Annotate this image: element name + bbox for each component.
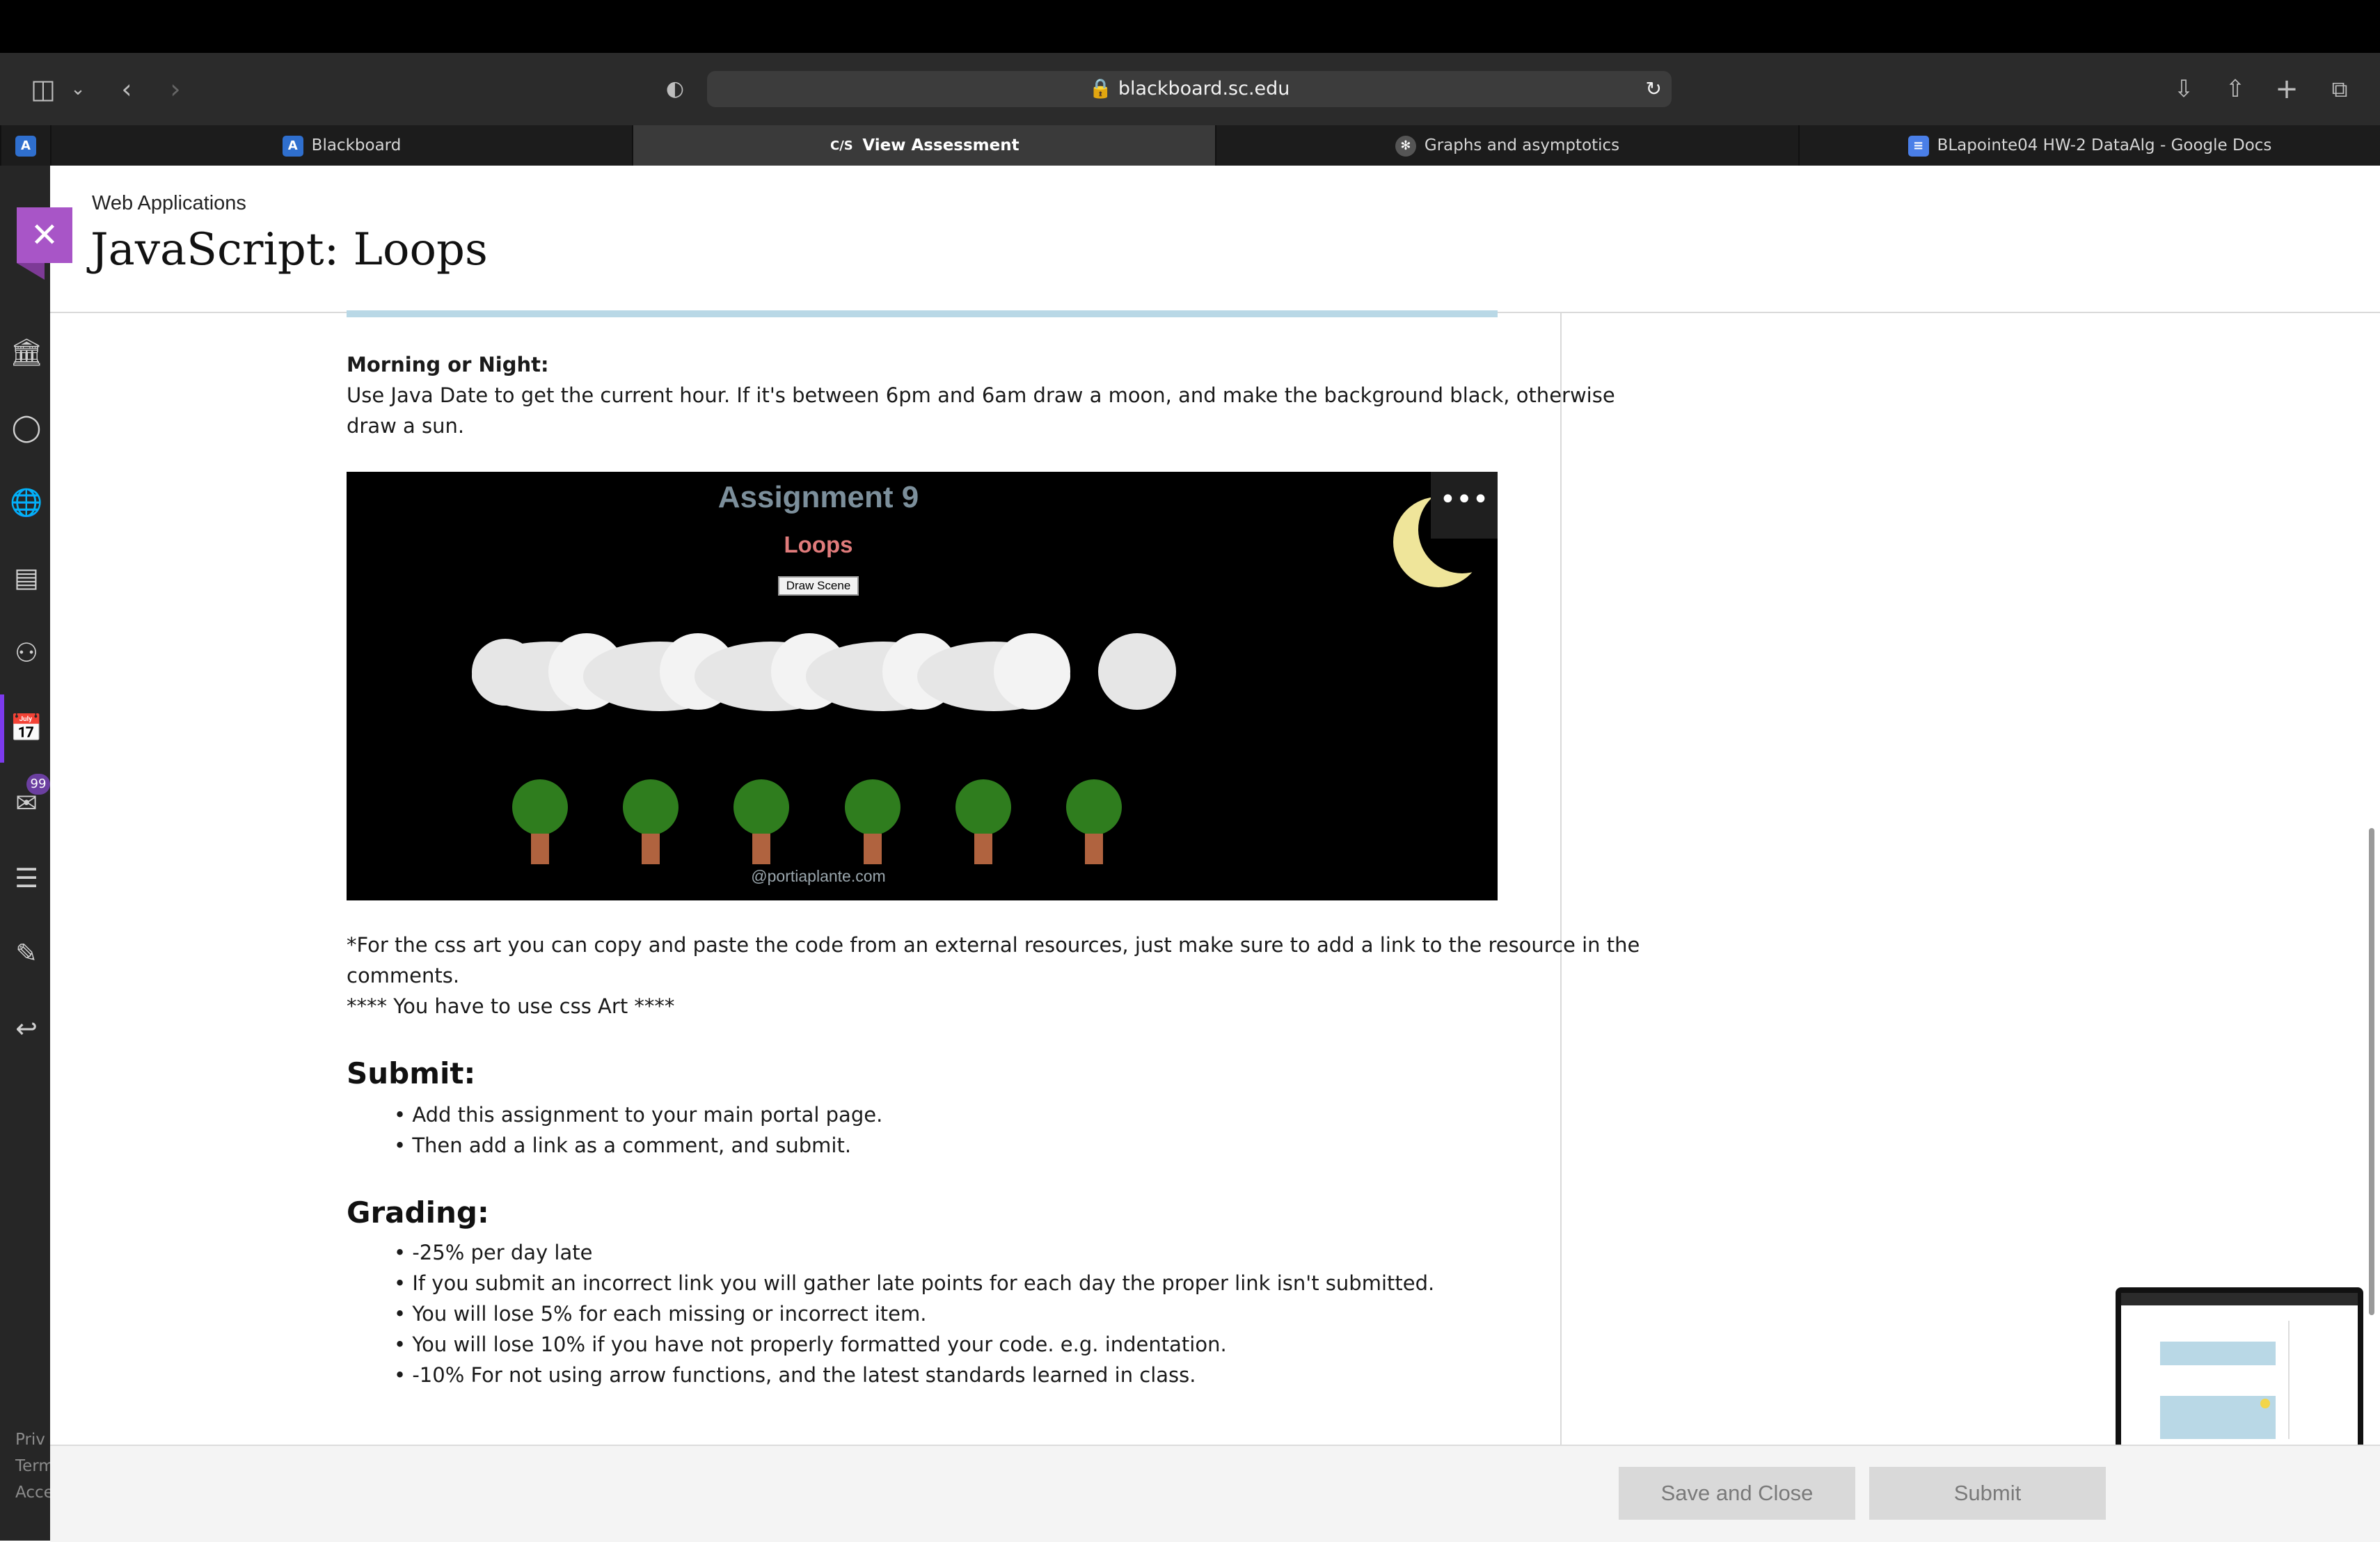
new-tab-icon[interactable]: +	[2269, 71, 2305, 107]
css-art-note: comments.	[347, 964, 460, 987]
privacy-link[interactable]: Priv	[15, 1431, 45, 1449]
window-top-strip	[0, 0, 2380, 53]
image-more-options-button[interactable]: •••	[1431, 472, 1498, 539]
chevron-down-icon[interactable]: ⌄	[60, 71, 96, 107]
tree	[1066, 779, 1122, 835]
instruction-text: draw a sun.	[347, 414, 465, 438]
assignment-example-image: Assignment 9 Loops Draw Scene @portiapla…	[347, 472, 1498, 900]
terms-link[interactable]: Term	[15, 1457, 54, 1475]
blackboard-favicon-icon: A	[15, 135, 36, 157]
content-divider	[1560, 313, 1562, 1445]
save-and-close-button[interactable]: Save and Close	[1619, 1467, 1855, 1520]
download-icon[interactable]: ⇩	[2166, 71, 2202, 107]
url-text: blackboard.sc.edu	[1118, 78, 1290, 100]
tree-trunk	[642, 834, 660, 864]
screenshot-thumbnail-image	[2121, 1293, 2358, 1446]
tab-graphs-and-asymptotics[interactable]: ✻ Graphs and asymptotics	[1215, 125, 1798, 166]
share-icon[interactable]: ⇧	[2217, 71, 2253, 107]
list-item: • You will lose 5% for each missing or i…	[394, 1302, 927, 1326]
cloud	[472, 639, 539, 706]
tree-trunk	[531, 834, 549, 864]
more-icon: •••	[1439, 484, 1489, 516]
messages-count-badge: 99	[26, 774, 50, 795]
css-art-requirement: **** You have to use css Art ****	[347, 994, 675, 1018]
calendar-icon[interactable]: 📅	[10, 711, 43, 745]
tree-trunk	[752, 834, 770, 864]
tab-label: Blackboard	[311, 136, 402, 154]
google-docs-favicon-icon: ≡	[1907, 135, 1929, 157]
tree	[733, 779, 789, 835]
courses-icon[interactable]: ▤	[10, 561, 43, 594]
tab-view-assessment[interactable]: C/S View Assessment	[632, 125, 1215, 166]
css-art-note: *For the css art you can copy and paste …	[347, 933, 1640, 957]
profile-icon[interactable]: ◯	[10, 411, 43, 444]
example-title: Assignment 9	[717, 480, 919, 514]
tree-trunk	[1085, 834, 1103, 864]
tree	[623, 779, 679, 835]
organizations-icon[interactable]: ⚇	[10, 636, 43, 669]
institution-icon[interactable]: 🏛	[10, 335, 43, 369]
close-button-tail	[17, 263, 45, 280]
back-icon[interactable]: ‹	[109, 71, 145, 107]
grades-icon[interactable]: ☰	[10, 861, 43, 895]
forward-icon: ›	[170, 74, 181, 104]
tree-trunk	[864, 834, 882, 864]
accessibility-link[interactable]: Acce	[15, 1484, 54, 1502]
previous-image-edge	[347, 310, 1498, 317]
tree-trunk	[974, 834, 992, 864]
blackboard-favicon-icon: A	[282, 135, 303, 157]
close-icon: ✕	[30, 216, 59, 255]
pinned-tab[interactable]: A	[0, 125, 50, 166]
tab-overview-icon[interactable]: ⧉	[2322, 71, 2358, 107]
tab-label: BLapointe04 HW-2 DataAlg - Google Docs	[1937, 136, 2272, 154]
list-item: • You will lose 10% if you have not prop…	[394, 1333, 1227, 1356]
tab-blackboard[interactable]: A Blackboard	[50, 125, 632, 166]
tree	[512, 779, 568, 835]
list-item: • If you submit an incorrect link you wi…	[394, 1271, 1435, 1295]
instruction-text: Use Java Date to get the current hour. I…	[347, 383, 1615, 407]
list-item: • Then add a link as a comment, and subm…	[394, 1134, 852, 1157]
tab-label: View Assessment	[862, 136, 1020, 154]
grading-heading: Grading:	[347, 1195, 489, 1230]
tree	[955, 779, 1011, 835]
example-subtitle: Loops	[784, 532, 853, 557]
cloud	[994, 633, 1070, 710]
breadcrumb: Web Applications	[92, 192, 246, 214]
tab-google-docs[interactable]: ≡ BLapointe04 HW-2 DataAlg - Google Docs	[1798, 125, 2380, 166]
globe-icon[interactable]: 🌐	[10, 486, 43, 519]
list-item: • -10% For not using arrow functions, an…	[394, 1363, 1196, 1387]
scrollbar-thumb[interactable]	[2369, 828, 2374, 1315]
close-button[interactable]: ✕	[17, 207, 72, 263]
section-heading-morning-night: Morning or Night:	[347, 353, 549, 376]
reload-icon[interactable]: ↻	[1646, 71, 1662, 107]
cloud	[1098, 633, 1176, 710]
sign-out-icon[interactable]: ↩	[10, 1012, 43, 1045]
lock-icon: 🔒	[1088, 78, 1118, 100]
tab-label: Graphs and asymptotics	[1424, 136, 1620, 154]
page-title: JavaScript: Loops	[90, 224, 488, 276]
submit-button[interactable]: Submit	[1869, 1467, 2106, 1520]
address-bar[interactable]: 🔒 blackboard.sc.edu ↻	[707, 71, 1672, 107]
cis-favicon-icon: C/S	[830, 138, 853, 153]
example-credit: @portiaplante.com	[751, 867, 886, 885]
list-item: • Add this assignment to your main porta…	[394, 1103, 883, 1127]
submit-heading: Submit:	[347, 1056, 476, 1090]
active-indicator	[0, 694, 4, 763]
sidebar-toggle-icon[interactable]: ◫	[25, 71, 61, 107]
privacy-shield-icon[interactable]: ◐	[657, 71, 693, 107]
list-item: • -25% per day late	[394, 1241, 593, 1264]
tools-icon[interactable]: ✎	[10, 937, 43, 970]
tree	[845, 779, 901, 835]
left-navigation	[0, 166, 50, 1541]
chatgpt-favicon-icon: ✻	[1395, 135, 1416, 157]
draw-scene-button: Draw Scene	[778, 576, 859, 596]
